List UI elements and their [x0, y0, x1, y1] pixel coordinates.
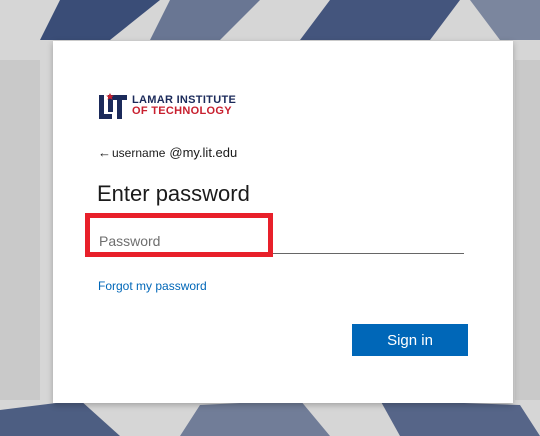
identity-banner: ← username @my.lit.edu	[98, 145, 237, 160]
page-title: Enter password	[97, 181, 250, 206]
sign-in-card: LAMAR INSTITUTE OF TECHNOLOGY ← username…	[53, 41, 513, 403]
password-input[interactable]	[97, 228, 464, 254]
sign-in-button[interactable]: Sign in	[352, 324, 468, 356]
lit-logo-icon	[99, 93, 127, 119]
back-arrow-icon[interactable]: ←	[98, 145, 111, 160]
forgot-password-link[interactable]: Forgot my password	[98, 279, 207, 293]
institution-name-line2: OF TECHNOLOGY	[132, 105, 232, 117]
username-text: username	[112, 145, 166, 160]
domain-text: @my.lit.edu	[169, 145, 238, 160]
institution-name: LAMAR INSTITUTE OF TECHNOLOGY	[132, 95, 236, 117]
institution-logo: LAMAR INSTITUTE OF TECHNOLOGY	[99, 93, 236, 119]
